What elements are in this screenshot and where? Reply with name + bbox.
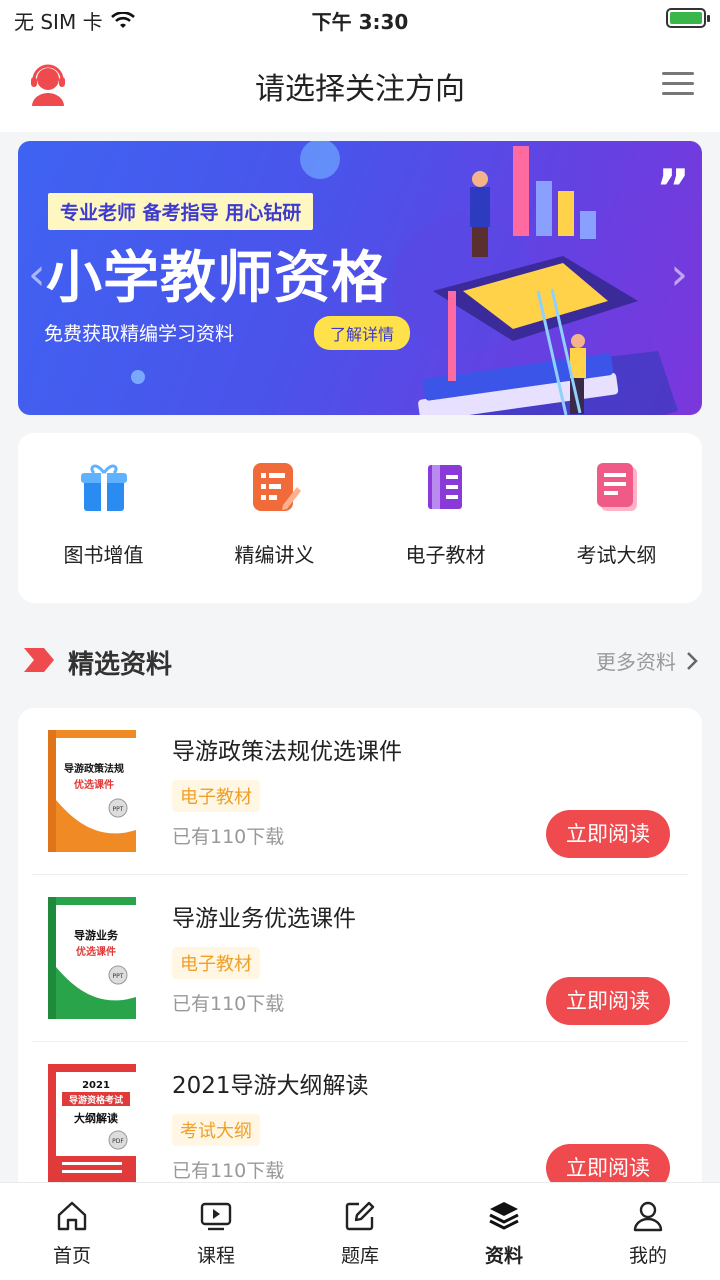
section-title: 精选资料 bbox=[68, 650, 173, 680]
video-icon bbox=[200, 1202, 232, 1231]
page-title[interactable]: 请选择关注方向 bbox=[0, 64, 720, 108]
user-icon bbox=[633, 1201, 663, 1232]
banner-details-button[interactable]: 了解详情 bbox=[314, 316, 411, 350]
quick-entry-outline[interactable]: 考试大纲 bbox=[531, 433, 702, 603]
quick-entry-label: 考试大纲 bbox=[576, 543, 657, 567]
banner-tagline: 专业老师 备考指导 用心钻研 bbox=[48, 193, 314, 230]
quick-entry-book-bonus[interactable]: 图书增值 bbox=[18, 433, 189, 603]
home-icon bbox=[57, 1201, 87, 1231]
tab-courses[interactable]: 课程 bbox=[144, 1183, 288, 1280]
book-cover-subtitle: 大纲解读 bbox=[74, 1111, 118, 1125]
quick-entry-notes[interactable]: 精编讲义 bbox=[189, 433, 360, 603]
resource-title: 导游政策法规优选课件 bbox=[172, 739, 402, 765]
quick-entry-label: 精编讲义 bbox=[234, 543, 315, 567]
tab-profile[interactable]: 我的 bbox=[576, 1183, 720, 1280]
battery-icon bbox=[666, 8, 710, 28]
outline-icon bbox=[596, 463, 637, 511]
read-now-button[interactable]: 立即阅读 bbox=[546, 977, 670, 1025]
tab-label: 首页 bbox=[52, 1245, 91, 1267]
book-cover-subtitle: 优选课件 bbox=[74, 778, 114, 791]
chevron-left-icon[interactable]: ‹ bbox=[28, 249, 46, 300]
chevron-right-icon[interactable]: › bbox=[670, 249, 688, 300]
bottom-tab-bar: 首页 课程 题库 资料 我的 bbox=[0, 1182, 720, 1280]
tab-home[interactable]: 首页 bbox=[0, 1183, 144, 1280]
more-resources-label: 更多资料 bbox=[596, 650, 676, 674]
book-cover-subtitle: 优选课件 bbox=[76, 945, 116, 958]
quick-entry-label: 电子教材 bbox=[405, 543, 486, 567]
tab-question-bank[interactable]: 题库 bbox=[288, 1183, 432, 1280]
download-count: 已有110下载 bbox=[172, 826, 285, 848]
section-header: 精选资料 更多资料 bbox=[0, 634, 720, 686]
resource-list: 导游政策法规 优选课件 PPT 导游政策法规优选课件 电子教材 已有110下载 … bbox=[18, 708, 702, 1188]
list-item[interactable]: 2021 导游资格考试 大纲解读 PDF 2021导游大纲解读 考试大纲 已有1… bbox=[18, 1042, 702, 1188]
resource-tag: 考试大纲 bbox=[172, 1114, 260, 1146]
tab-label: 题库 bbox=[340, 1245, 379, 1267]
tab-label: 课程 bbox=[196, 1245, 235, 1267]
book-cover-title: 导游业务 bbox=[74, 928, 119, 942]
book-cover-title: 导游资格考试 bbox=[69, 1094, 123, 1106]
quick-entry-label: 图书增值 bbox=[63, 543, 144, 567]
banner-title: 小学教师资格 bbox=[46, 246, 388, 311]
quote-icon: ” bbox=[655, 159, 690, 219]
book-cover-year: 2021 bbox=[82, 1080, 110, 1091]
resource-title: 导游业务优选课件 bbox=[172, 906, 356, 932]
tab-resources[interactable]: 资料 bbox=[432, 1183, 576, 1280]
download-count: 已有110下载 bbox=[172, 993, 285, 1015]
book-cover: 导游业务 优选课件 PPT bbox=[48, 897, 136, 1019]
gift-icon bbox=[80, 464, 127, 511]
menu-icon[interactable] bbox=[662, 72, 694, 96]
status-bar: 无 SIM 卡 下午 3:30 bbox=[0, 0, 720, 40]
promo-banner[interactable]: 专业老师 备考指导 用心钻研 小学教师资格 免费获取精编学习资料 了解详情 ‹ … bbox=[18, 141, 702, 415]
section-marker-icon bbox=[24, 648, 54, 672]
status-time: 下午 3:30 bbox=[311, 10, 409, 34]
banner-subtitle: 免费获取精编学习资料 bbox=[44, 323, 235, 345]
list-item[interactable]: 导游业务 优选课件 PPT 导游业务优选课件 电子教材 已有110下载 立即阅读 bbox=[18, 875, 702, 1042]
layers-icon bbox=[489, 1202, 519, 1230]
resource-tag: 电子教材 bbox=[172, 947, 260, 979]
download-count: 已有110下载 bbox=[172, 1160, 285, 1182]
book-cover: 2021 导游资格考试 大纲解读 PDF bbox=[48, 1064, 136, 1186]
resource-title: 2021导游大纲解读 bbox=[172, 1073, 369, 1099]
book-cover: 导游政策法规 优选课件 PPT bbox=[48, 730, 136, 852]
ebook-icon bbox=[427, 465, 462, 509]
book-cover-badge: PDF bbox=[112, 1138, 124, 1145]
resource-tag: 电子教材 bbox=[172, 780, 260, 812]
read-now-button[interactable]: 立即阅读 bbox=[546, 810, 670, 858]
notes-icon bbox=[252, 463, 301, 511]
tab-label: 我的 bbox=[628, 1245, 667, 1267]
quick-entry-grid: 图书增值 精编讲义 电子教材 考试大纲 bbox=[18, 433, 702, 603]
battery-level bbox=[670, 12, 702, 24]
tab-label: 资料 bbox=[484, 1245, 523, 1267]
book-cover-badge: PPT bbox=[113, 973, 124, 980]
chevron-right-icon bbox=[687, 651, 698, 670]
app-header: 请选择关注方向 bbox=[0, 40, 720, 132]
list-item[interactable]: 导游政策法规 优选课件 PPT 导游政策法规优选课件 电子教材 已有110下载 … bbox=[18, 708, 702, 875]
quick-entry-ebook[interactable]: 电子教材 bbox=[360, 433, 531, 603]
more-resources-link[interactable]: 更多资料 bbox=[596, 646, 698, 675]
book-cover-badge: PPT bbox=[113, 806, 124, 813]
edit-icon bbox=[345, 1201, 375, 1231]
book-cover-title: 导游政策法规 bbox=[64, 762, 124, 775]
